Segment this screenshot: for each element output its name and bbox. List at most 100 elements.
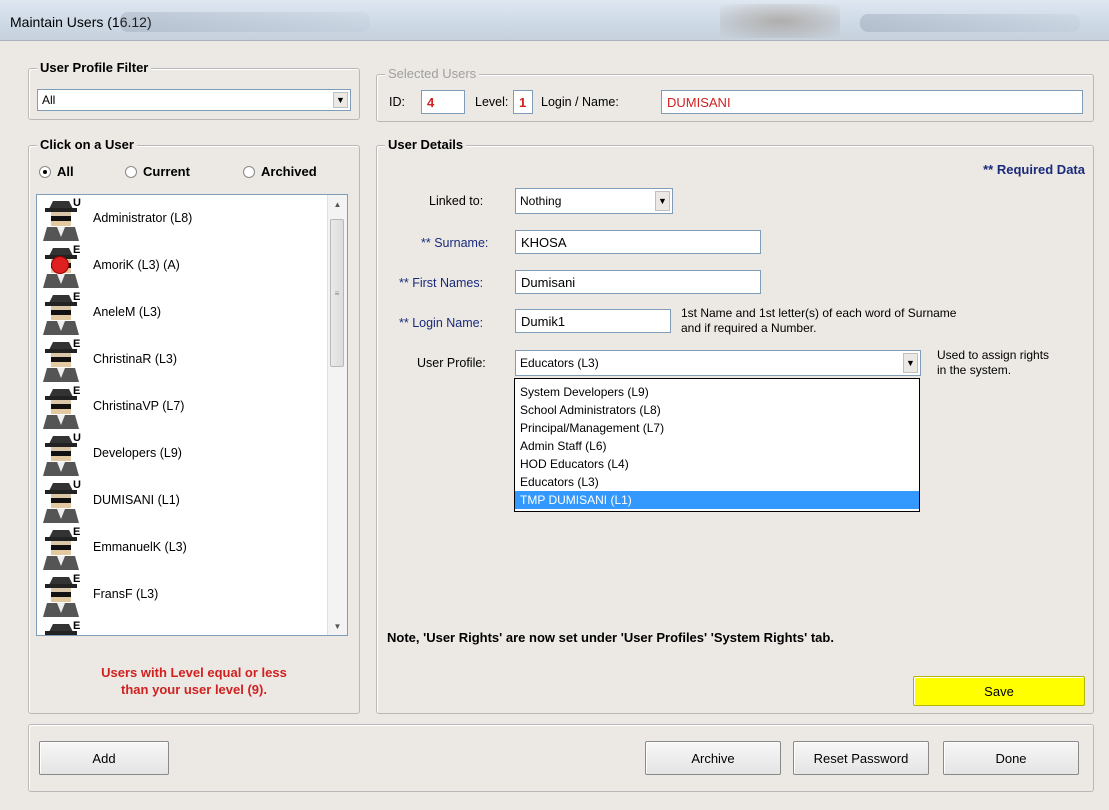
chevron-down-icon[interactable]: ▼ xyxy=(655,191,670,211)
user-type-badge: E xyxy=(73,244,81,256)
user-list-item[interactable]: E EmmanuelK (L3) xyxy=(37,524,327,571)
user-avatar-icon: U xyxy=(39,432,83,476)
id-field: 4 xyxy=(421,90,465,114)
profile-option[interactable]: School Administrators (L8) xyxy=(515,401,919,419)
login-name-label: Login / Name: xyxy=(541,95,619,109)
linked-to-label: Linked to: xyxy=(429,194,484,208)
user-name: ChristinaVP (L7) xyxy=(93,399,185,413)
add-button[interactable]: Add xyxy=(39,741,169,775)
user-type-badge: E xyxy=(73,291,81,303)
radio-unselected-icon xyxy=(125,165,137,178)
user-name: EmmanuelK (L3) xyxy=(93,540,187,554)
filter-all-radio[interactable]: All xyxy=(39,164,74,179)
profile-option[interactable]: HOD Educators (L4) xyxy=(515,455,919,473)
user-type-badge: E xyxy=(73,620,81,632)
user-list-item[interactable]: E AmoriK (L3) (A) xyxy=(37,242,327,289)
scroll-down-icon[interactable]: ▼ xyxy=(328,617,347,635)
id-label: ID: xyxy=(389,95,405,109)
user-list-item[interactable]: E ChristinaR (L3) xyxy=(37,336,327,383)
reset-password-button[interactable]: Reset Password xyxy=(793,741,929,775)
scroll-thumb[interactable]: ≡ xyxy=(330,219,344,367)
login-name-label: ** Login Name: xyxy=(399,316,484,330)
user-name: FransF (L3) xyxy=(93,587,159,601)
user-list-item[interactable]: U DUMISANI (L1) xyxy=(37,477,327,524)
user-list-label: Click on a User xyxy=(37,137,137,152)
profile-option[interactable]: Admin Staff (L6) xyxy=(515,437,919,455)
done-button[interactable]: Done xyxy=(943,741,1079,775)
user-avatar-icon: E xyxy=(39,338,83,382)
filter-current-radio[interactable]: Current xyxy=(125,164,190,179)
selected-users-group: Selected Users ID: 4 Level: 1 Login / Na… xyxy=(376,66,1094,122)
user-level-note-line2: than your user level (9). xyxy=(121,682,267,697)
user-list-item[interactable]: U Administrator (L8) xyxy=(37,195,327,242)
user-type-badge: U xyxy=(73,432,81,444)
user-profile-select[interactable]: Educators (L3) ▼ xyxy=(515,350,921,376)
bottom-button-bar: Add Archive Reset Password Done xyxy=(28,724,1094,792)
login-name-field: DUMISANI xyxy=(661,90,1083,114)
chevron-down-icon[interactable]: ▼ xyxy=(333,92,348,108)
surname-label: ** Surname: xyxy=(421,236,489,250)
user-name: AneleM (L3) xyxy=(93,305,162,319)
archived-stop-icon xyxy=(51,256,69,274)
profile-option[interactable]: Educators (L3) xyxy=(515,473,919,491)
filter-all-label: All xyxy=(57,164,74,179)
title-bar[interactable]: Maintain Users (16.12) xyxy=(0,0,1109,41)
user-list-scrollbar[interactable]: ▲ ≡ ▼ xyxy=(327,195,347,635)
profile-option[interactable]: TMP DUMISANI (L1) xyxy=(515,491,919,509)
profile-filter-select[interactable]: All ▼ xyxy=(37,89,351,111)
login-hint-line2: and if required a Number. xyxy=(681,321,817,335)
radio-unselected-icon xyxy=(243,165,255,178)
user-type-badge: E xyxy=(73,526,81,538)
user-list-item[interactable]: E ChristinaVP (L7) xyxy=(37,383,327,430)
user-avatar-icon: E xyxy=(39,385,83,429)
user-avatar-icon: E xyxy=(39,526,83,570)
filter-archived-label: Archived xyxy=(261,164,317,179)
user-name: AmoriK (L3) (A) xyxy=(93,258,180,272)
user-avatar-icon: U xyxy=(39,197,83,241)
linked-to-select[interactable]: Nothing ▼ xyxy=(515,188,673,214)
profile-hint-line1: Used to assign rights xyxy=(937,348,1050,362)
linked-to-value: Nothing xyxy=(520,194,562,208)
level-label: Level: xyxy=(475,95,509,109)
user-list-item[interactable]: E HenryO (L3) xyxy=(37,618,327,635)
user-name: Administrator (L8) xyxy=(93,211,193,225)
first-names-label: ** First Names: xyxy=(399,276,484,290)
save-button[interactable]: Save xyxy=(913,676,1085,706)
profile-filter-group: User Profile Filter All ▼ xyxy=(28,60,360,120)
user-list-item[interactable]: E FransF (L3) xyxy=(37,571,327,618)
login-hint-line1: 1st Name and 1st letter(s) of each word … xyxy=(681,306,957,320)
user-name: Developers (L9) xyxy=(93,446,182,460)
archive-button[interactable]: Archive xyxy=(645,741,781,775)
profile-option[interactable]: System Developers (L9) xyxy=(515,383,919,401)
chevron-down-icon[interactable]: ▼ xyxy=(903,353,918,373)
user-name: ChristinaR (L3) xyxy=(93,352,178,366)
user-avatar-icon: E xyxy=(39,291,83,335)
radio-selected-icon xyxy=(39,165,51,178)
filter-current-label: Current xyxy=(143,164,190,179)
user-type-badge: E xyxy=(73,573,81,585)
user-type-badge: U xyxy=(73,479,81,491)
profile-filter-value: All xyxy=(42,93,56,107)
level-field: 1 xyxy=(513,90,533,114)
user-listbox[interactable]: U Administrator (L8) E AmoriK (L3) (A) E Anel… xyxy=(36,194,348,636)
filter-archived-radio[interactable]: Archived xyxy=(243,164,317,179)
user-avatar-icon: E xyxy=(39,244,83,288)
selected-users-label: Selected Users xyxy=(385,66,480,81)
user-avatar-icon: E xyxy=(39,573,83,617)
maintain-users-window: Maintain Users (16.12) User Profile Filt… xyxy=(0,0,1109,810)
blurred-background-text xyxy=(120,12,370,32)
user-level-note: Users with Level equal or less than your… xyxy=(29,664,359,698)
blurred-background-logo xyxy=(720,4,840,38)
profile-option[interactable]: Principal/Management (L7) xyxy=(515,419,919,437)
user-list-item[interactable]: E AneleM (L3) xyxy=(37,289,327,336)
login-name-input[interactable]: Dumik1 xyxy=(515,309,671,333)
first-names-field[interactable]: Dumisani xyxy=(515,270,761,294)
scroll-up-icon[interactable]: ▲ xyxy=(328,195,347,213)
surname-field[interactable]: KHOSA xyxy=(515,230,761,254)
user-profile-dropdown-list[interactable]: System Developers (L9) School Administrat… xyxy=(514,378,920,512)
user-rights-note: Note, 'User Rights' are now set under 'U… xyxy=(387,630,834,645)
user-details-label: User Details xyxy=(385,137,467,152)
user-list-item[interactable]: U Developers (L9) xyxy=(37,430,327,477)
user-profile-label: User Profile: xyxy=(417,356,486,370)
user-avatar-icon: U xyxy=(39,479,83,523)
